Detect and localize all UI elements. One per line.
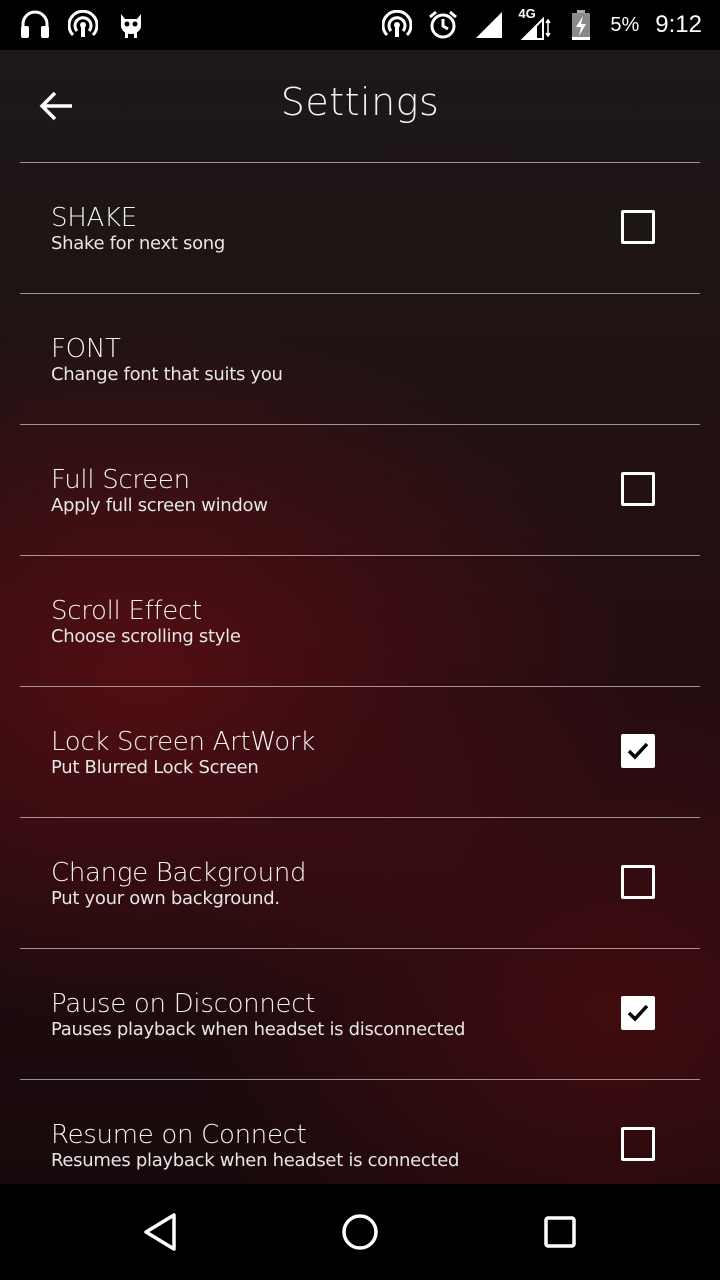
check-icon — [627, 742, 649, 760]
recents-square-icon — [544, 1216, 576, 1248]
navigation-bar — [0, 1184, 720, 1280]
change-background-checkbox[interactable] — [621, 865, 655, 899]
full-screen-checkbox[interactable] — [621, 472, 655, 506]
setting-title: Change Background — [51, 858, 307, 888]
hotspot-icon — [66, 8, 100, 42]
setting-full-screen[interactable]: Full Screen Apply full screen window — [20, 425, 700, 555]
nav-home-button[interactable] — [338, 1212, 382, 1252]
signal-icon — [472, 8, 506, 42]
setting-change-background[interactable]: Change Background Put your own backgroun… — [20, 818, 700, 948]
battery-percent: 5% — [610, 13, 640, 36]
setting-title: Full Screen — [51, 465, 190, 495]
cyanogen-mod-icon — [114, 8, 148, 42]
lock-screen-artwork-checkbox[interactable] — [621, 734, 655, 768]
nav-back-button[interactable] — [138, 1212, 182, 1252]
settings-list: SHAKE Shake for next song FONT Change fo… — [20, 162, 700, 1184]
headphones-icon — [18, 8, 52, 42]
back-triangle-icon — [144, 1213, 176, 1251]
setting-title: Lock Screen ArtWork — [51, 727, 316, 757]
setting-shake[interactable]: SHAKE Shake for next song — [20, 163, 700, 293]
home-circle-icon — [342, 1214, 378, 1250]
network-type-label: 4G — [518, 6, 536, 21]
setting-title: Pause on Disconnect — [51, 989, 316, 1019]
setting-title: SHAKE — [51, 203, 137, 233]
shake-checkbox[interactable] — [621, 210, 655, 244]
setting-scroll-effect[interactable]: Scroll Effect Choose scrolling style — [20, 556, 700, 686]
battery-charging-icon — [564, 8, 598, 42]
setting-subtitle: Resumes playback when headset is connect… — [51, 1150, 460, 1171]
setting-subtitle: Shake for next song — [51, 233, 226, 254]
setting-subtitle: Pauses playback when headset is disconne… — [51, 1019, 466, 1040]
settings-screen: Settings SHAKE Shake for next song FONT … — [0, 50, 720, 1184]
page-title: Settings — [280, 80, 440, 124]
hotspot-icon — [380, 8, 414, 42]
setting-subtitle: Choose scrolling style — [51, 626, 241, 647]
app-bar: Settings — [0, 50, 720, 162]
setting-font[interactable]: FONT Change font that suits you — [20, 294, 700, 424]
setting-title: FONT — [51, 334, 121, 364]
pause-on-disconnect-checkbox[interactable] — [621, 996, 655, 1030]
check-icon — [627, 1004, 649, 1022]
setting-subtitle: Put Blurred Lock Screen — [51, 757, 259, 778]
setting-title: Resume on Connect — [51, 1120, 307, 1150]
status-bar: 4G 5% 9:12 — [0, 0, 720, 50]
setting-subtitle: Put your own background. — [51, 888, 280, 909]
resume-on-connect-checkbox[interactable] — [621, 1127, 655, 1161]
nav-recents-button[interactable] — [538, 1212, 582, 1252]
setting-pause-on-disconnect[interactable]: Pause on Disconnect Pauses playback when… — [20, 949, 700, 1079]
setting-subtitle: Apply full screen window — [51, 495, 268, 516]
setting-title: Scroll Effect — [51, 596, 202, 626]
setting-subtitle: Change font that suits you — [51, 364, 283, 385]
network-4g-icon: 4G — [518, 6, 552, 42]
setting-resume-on-connect[interactable]: Resume on Connect Resumes playback when … — [20, 1080, 700, 1184]
alarm-icon — [426, 8, 460, 42]
setting-lock-screen-artwork[interactable]: Lock Screen ArtWork Put Blurred Lock Scr… — [20, 687, 700, 817]
clock: 9:12 — [655, 11, 702, 38]
